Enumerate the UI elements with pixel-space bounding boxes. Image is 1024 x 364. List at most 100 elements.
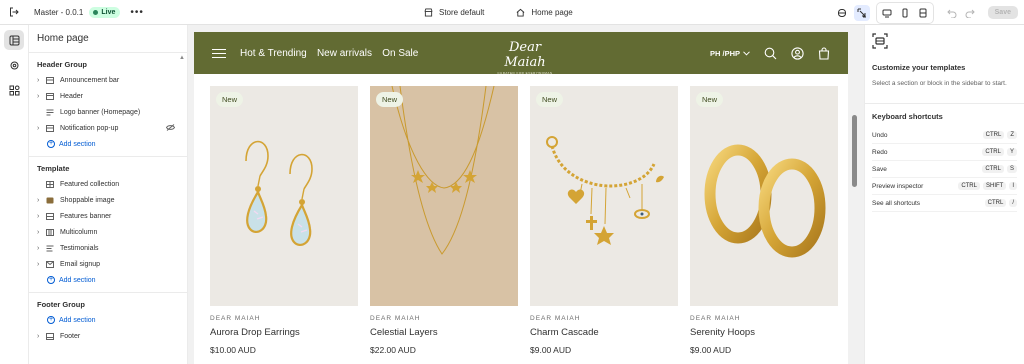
undo-icon[interactable] bbox=[944, 5, 960, 21]
sidebar-item-announcement-bar[interactable]: › Announcement bar bbox=[29, 72, 187, 88]
fullscreen-view-icon[interactable] bbox=[915, 5, 931, 21]
sidebar-item-footer[interactable]: › Footer bbox=[29, 328, 187, 344]
theme-name[interactable]: Master - 0.0.1 bbox=[34, 8, 83, 17]
sidebar-item-featured-collection[interactable]: Featured collection bbox=[29, 176, 187, 192]
nav-link-on-sale[interactable]: On Sale bbox=[382, 48, 418, 59]
sidebar-item-label: Featured collection bbox=[60, 180, 120, 188]
product-card[interactable]: New DEAR MAIAH Celestial Layers $22.00 A… bbox=[370, 86, 518, 355]
new-badge: New bbox=[536, 92, 564, 107]
preview-scrollbar[interactable] bbox=[852, 115, 857, 187]
chevron-right-icon[interactable]: › bbox=[37, 77, 45, 84]
more-actions-button[interactable]: ••• bbox=[130, 7, 144, 18]
storefront-preview[interactable]: Hot & Trending New arrivals On Sale Dear… bbox=[194, 32, 848, 364]
account-icon[interactable] bbox=[791, 46, 804, 60]
chevron-right-icon[interactable]: › bbox=[37, 333, 45, 340]
store-nav: Hot & Trending New arrivals On Sale bbox=[240, 48, 426, 59]
sidebar-item-features-banner[interactable]: › Features banner bbox=[29, 208, 187, 224]
product-name[interactable]: Celestial Layers bbox=[370, 327, 518, 338]
add-section-button[interactable]: + Add section bbox=[29, 136, 187, 152]
sidebar-item-label: Announcement bar bbox=[60, 76, 120, 84]
exit-icon[interactable] bbox=[0, 0, 28, 25]
product-image-bracelet[interactable]: New bbox=[530, 86, 678, 306]
chevron-right-icon[interactable]: › bbox=[37, 245, 45, 252]
sidebar-item-label: Logo banner (Homepage) bbox=[60, 108, 141, 116]
key-cap: Y bbox=[1006, 148, 1017, 156]
header-group: Header Group › Announcement bar › Header… bbox=[29, 53, 187, 157]
sidebar-item-header[interactable]: › Header bbox=[29, 88, 187, 104]
chevron-right-icon[interactable]: › bbox=[37, 213, 45, 220]
sidebar-item-shoppable-image[interactable]: › Shoppable image bbox=[29, 192, 187, 208]
add-section-label: Add section bbox=[59, 276, 96, 284]
product-image-earrings[interactable]: New bbox=[210, 86, 358, 306]
sidebar-item-logo-banner[interactable]: Logo banner (Homepage) bbox=[29, 104, 187, 120]
store-label: Store default bbox=[439, 8, 485, 17]
sections-icon[interactable] bbox=[4, 30, 24, 50]
hidden-eye-icon[interactable] bbox=[165, 123, 176, 133]
product-price: $10.00 AUD bbox=[210, 345, 256, 355]
theme-settings-icon[interactable] bbox=[4, 55, 24, 75]
section-icon bbox=[45, 332, 55, 340]
shortcuts-title: Keyboard shortcuts bbox=[872, 112, 943, 121]
shortcut-label: Preview inspector bbox=[872, 182, 924, 190]
currency-selector[interactable]: PH /PHP bbox=[710, 49, 750, 58]
product-card[interactable]: New DEAR MAIAH Charm Cascade $9.00 AUD bbox=[530, 86, 678, 355]
redo-icon[interactable] bbox=[962, 5, 978, 21]
page-selector[interactable]: Home page bbox=[516, 8, 573, 17]
header-group-title: Header Group bbox=[37, 60, 88, 69]
key-cap: / bbox=[1009, 199, 1017, 207]
shortcut-label: See all shortcuts bbox=[872, 199, 921, 207]
product-card[interactable]: New DEAR MAIAH Serenity Hoops $9.00 AUD bbox=[690, 86, 838, 355]
shortcut-row-see-all[interactable]: See all shortcuts CTRL / bbox=[872, 195, 1017, 212]
key-cap: CTRL bbox=[982, 148, 1004, 156]
product-name[interactable]: Charm Cascade bbox=[530, 327, 678, 338]
sale-theme-icon[interactable] bbox=[834, 5, 850, 21]
sidebar-item-label: Features banner bbox=[60, 212, 112, 220]
product-name[interactable]: Aurora Drop Earrings bbox=[210, 327, 358, 338]
shortcut-row-undo: Undo CTRL Z bbox=[872, 127, 1017, 144]
chevron-right-icon[interactable]: › bbox=[37, 229, 45, 236]
add-section-button[interactable]: + Add section bbox=[29, 312, 187, 328]
plus-circle-icon: + bbox=[47, 276, 55, 284]
plus-circle-icon: + bbox=[47, 316, 55, 324]
search-icon[interactable] bbox=[764, 47, 777, 60]
mobile-view-icon[interactable] bbox=[897, 5, 913, 21]
nav-link-new-arrivals[interactable]: New arrivals bbox=[317, 48, 372, 59]
menu-icon[interactable] bbox=[212, 48, 226, 58]
chevron-right-icon[interactable]: › bbox=[37, 261, 45, 268]
key-cap: CTRL bbox=[982, 165, 1004, 173]
sidebar-item-testimonials[interactable]: › Testimonials bbox=[29, 240, 187, 256]
sidebar-title: Home page bbox=[29, 25, 187, 53]
desktop-view-icon[interactable] bbox=[879, 5, 895, 21]
store-logo[interactable]: Dear Maiah CURATED FOR EVERYWOMAN bbox=[490, 40, 560, 75]
product-name[interactable]: Serenity Hoops bbox=[690, 327, 838, 338]
bag-icon[interactable] bbox=[818, 46, 830, 60]
sidebar-item-label: Email signup bbox=[60, 260, 101, 268]
product-card[interactable]: New DEAR MAIAH Aurora Drop Earrings $10.… bbox=[210, 86, 358, 355]
chevron-down-icon bbox=[743, 50, 750, 56]
product-image-necklace[interactable]: New bbox=[370, 86, 518, 306]
chevron-right-icon[interactable]: › bbox=[37, 93, 45, 100]
inspector-icon[interactable] bbox=[853, 4, 870, 21]
sidebar-item-notification-popup[interactable]: › Notification pop-up bbox=[29, 120, 187, 136]
apps-icon[interactable] bbox=[4, 80, 24, 100]
page-label: Home page bbox=[531, 8, 573, 17]
panel-title: Customize your templates bbox=[872, 63, 966, 72]
live-dot-icon bbox=[93, 9, 99, 15]
save-button[interactable]: Save bbox=[987, 6, 1018, 19]
add-section-button[interactable]: + Add section bbox=[29, 272, 187, 288]
nav-link-hot-trending[interactable]: Hot & Trending bbox=[240, 48, 307, 59]
chevron-right-icon[interactable]: › bbox=[37, 197, 45, 204]
sidebar-item-email-signup[interactable]: › Email signup bbox=[29, 256, 187, 272]
sidebar-item-label: Header bbox=[60, 92, 83, 100]
key-cap: SHIFT bbox=[982, 182, 1007, 190]
sidebar-item-label: Multicolumn bbox=[60, 228, 98, 236]
store-selector[interactable]: Store default bbox=[424, 8, 484, 17]
scroll-up-icon[interactable]: ▲ bbox=[179, 55, 185, 65]
product-image-hoops[interactable]: New bbox=[690, 86, 838, 306]
divider bbox=[865, 103, 1024, 104]
sidebar-item-multicolumn[interactable]: › Multicolumn bbox=[29, 224, 187, 240]
chevron-right-icon[interactable]: › bbox=[37, 125, 45, 132]
home-icon bbox=[516, 8, 525, 17]
store-header: Hot & Trending New arrivals On Sale Dear… bbox=[194, 32, 848, 75]
email-icon bbox=[45, 260, 55, 268]
